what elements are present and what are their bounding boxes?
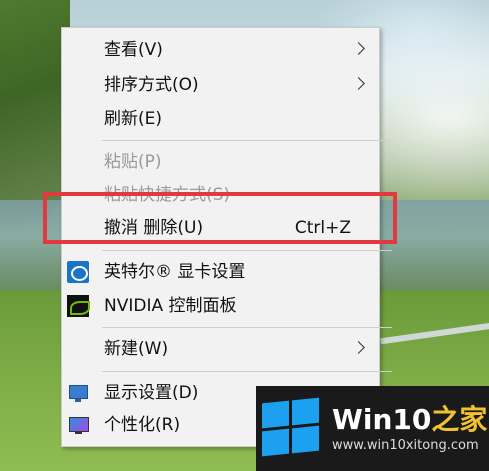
menu-item-paste[interactable]: 粘贴(P) — [62, 146, 379, 178]
menu-separator — [102, 250, 392, 251]
menu-separator — [102, 327, 392, 328]
chevron-right-icon — [352, 77, 365, 90]
menu-item-label: 个性化(R) — [104, 415, 181, 435]
menu-item-label: 排序方式(O) — [104, 75, 199, 95]
menu-item-view[interactable]: 查看(V) — [62, 34, 379, 66]
watermark-url: www.win10xitong.com — [332, 438, 479, 453]
windows-logo-icon — [262, 397, 322, 457]
display-icon — [67, 382, 89, 404]
chevron-right-icon — [352, 42, 365, 55]
menu-item-intel-graphics-settings[interactable]: 英特尔® 显卡设置 — [62, 256, 379, 288]
personalize-icon — [67, 414, 89, 436]
win10-watermark: Win10之家 www.win10xitong.com — [256, 386, 489, 471]
intel-graphics-icon — [67, 261, 89, 283]
menu-item-label: 刷新(E) — [104, 109, 163, 129]
menu-item-refresh[interactable]: 刷新(E) — [62, 103, 379, 135]
menu-item-nvidia-control-panel[interactable]: NVIDIA 控制面板 — [62, 290, 379, 322]
menu-separator — [102, 140, 392, 141]
menu-separator — [102, 371, 392, 372]
watermark-title: Win10之家 — [332, 398, 487, 438]
menu-item-label: 粘贴(P) — [104, 152, 162, 172]
menu-item-label: 查看(V) — [104, 40, 163, 60]
menu-item-new[interactable]: 新建(W) — [62, 333, 379, 365]
menu-item-label: NVIDIA 控制面板 — [104, 296, 237, 316]
menu-item-label: 新建(W) — [104, 339, 169, 359]
menu-item-label: 显示设置(D) — [104, 383, 199, 403]
menu-item-label: 英特尔® 显卡设置 — [104, 262, 246, 282]
chevron-right-icon — [352, 341, 365, 354]
nvidia-icon — [67, 295, 90, 317]
menu-item-sort-by[interactable]: 排序方式(O) — [62, 69, 379, 101]
watermark-title-accent: 之家 — [431, 403, 488, 436]
watermark-title-main: Win10 — [332, 403, 432, 436]
highlight-annotation-box — [43, 192, 397, 244]
